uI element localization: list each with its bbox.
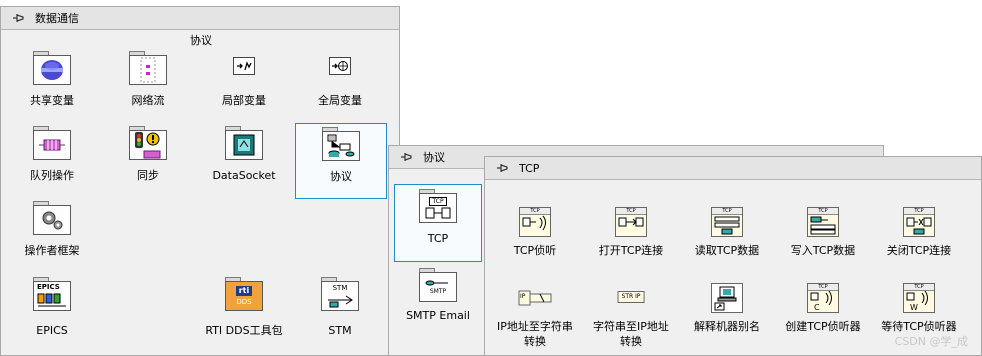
- item-label: 队列操作: [30, 169, 74, 182]
- item-label: 解释机器别名: [694, 320, 760, 333]
- item-tcp-listen[interactable]: TCP TCP侦听: [490, 207, 580, 277]
- item-label: TCP侦听: [513, 244, 557, 257]
- item-stm[interactable]: STM STM: [295, 277, 385, 347]
- item-label: 打开TCP连接: [598, 244, 664, 257]
- data-communication-palette: 数据通信 协议 共享变量 网络流 局部变量 全局变量 队列操作 同步 DataS…: [0, 6, 400, 356]
- item-label: 等待TCP侦听器: [881, 320, 957, 333]
- item-string-to-ip[interactable]: STR IP 字符串至IP地址 转换: [586, 285, 676, 355]
- resolve-machine-alias-icon: [711, 283, 743, 313]
- item-tcp-write[interactable]: TCP 写入TCP数据: [778, 207, 868, 277]
- item-label: DataSocket: [212, 169, 276, 182]
- rti-icon-text: rti: [235, 285, 253, 296]
- item-label: 读取TCP数据: [694, 244, 760, 257]
- svg-text:W: W: [910, 303, 918, 312]
- pin-icon[interactable]: [496, 161, 510, 175]
- string-to-ip-icon: STR IP: [617, 291, 645, 303]
- stm-icon: STM: [321, 277, 359, 311]
- item-label: 局部变量: [222, 94, 266, 107]
- tcp-read-icon: TCP: [711, 207, 743, 237]
- palette-title: 数据通信: [35, 12, 79, 25]
- ip-icon-text: IP: [520, 293, 526, 300]
- item-datasocket[interactable]: DataSocket: [199, 126, 289, 196]
- item-actor-framework[interactable]: 操作者框架: [7, 201, 97, 271]
- local-variable-icon: [233, 57, 255, 78]
- item-label: 全局变量: [318, 94, 362, 107]
- tcp-titlebar[interactable]: TCP: [485, 157, 981, 180]
- item-label: SMTP Email: [406, 309, 470, 322]
- item-global-variable[interactable]: 全局变量: [295, 51, 385, 121]
- item-tcp-read[interactable]: TCP 读取TCP数据: [682, 207, 772, 277]
- item-label: 写入TCP数据: [790, 244, 856, 257]
- svg-text:C: C: [814, 303, 820, 312]
- palette-subtitle: 协议: [190, 34, 212, 47]
- item-label: 字符串至IP地址 转换: [593, 320, 669, 348]
- str-ip-icon-text: STR IP: [617, 291, 645, 303]
- tcp-palette: TCP TCP TCP侦听 TCP 打开TCP连接 TCP 读取TCP数据 TC…: [484, 156, 982, 356]
- dds-icon-text: DDS: [236, 297, 252, 306]
- item-epics[interactable]: EPICS EPICS: [7, 277, 97, 347]
- item-label: 协议: [330, 170, 352, 183]
- item-ip-to-string[interactable]: IP IP地址至字符串 转换: [490, 285, 580, 355]
- item-tcp-close-connection[interactable]: TCP 关闭TCP连接: [874, 207, 964, 277]
- pin-icon[interactable]: [12, 11, 26, 25]
- item-label: 网络流: [131, 94, 165, 107]
- tcp-close-connection-icon: TCP: [903, 207, 935, 237]
- item-label: 操作者框架: [24, 244, 80, 257]
- item-create-tcp-listener[interactable]: TCP C 创建TCP侦听器: [778, 283, 868, 355]
- item-label: RTI DDS工具包: [205, 324, 283, 337]
- item-label: TCP: [427, 232, 449, 245]
- stm-icon-text: STM: [332, 284, 348, 292]
- tcp-folder-icon: TCP: [419, 189, 457, 223]
- network-stream-icon: [129, 51, 167, 85]
- global-variable-icon: [329, 57, 351, 78]
- smtp-icon-text: SMTP: [429, 288, 447, 295]
- create-tcp-listener-icon: TCP C: [807, 283, 839, 313]
- csdn-watermark: CSDN @学_成: [894, 335, 968, 348]
- protocol-icon: [322, 127, 360, 161]
- item-rti-dds-toolkit[interactable]: rti DDS RTI DDS工具包: [199, 277, 289, 347]
- item-label: STM: [328, 324, 352, 337]
- item-local-variable[interactable]: 局部变量: [199, 51, 289, 121]
- pin-icon[interactable]: [400, 150, 414, 164]
- item-network-stream[interactable]: 网络流: [103, 51, 193, 121]
- item-label: IP地址至字符串 转换: [497, 320, 573, 348]
- rti-dds-icon: rti DDS: [225, 277, 263, 311]
- item-label: 共享变量: [30, 94, 74, 107]
- epics-icon: EPICS: [33, 277, 71, 311]
- item-label: EPICS: [36, 324, 68, 337]
- palette-title: TCP: [519, 161, 540, 175]
- item-protocol[interactable]: 协议: [295, 123, 387, 199]
- item-smtp-email[interactable]: SMTP SMTP Email: [394, 268, 482, 338]
- palette-title: 协议: [423, 151, 445, 164]
- item-label: 关闭TCP连接: [886, 244, 952, 257]
- item-label: 同步: [137, 169, 159, 182]
- data-communication-titlebar[interactable]: 数据通信: [1, 7, 399, 30]
- item-tcp-folder[interactable]: TCP TCP: [394, 184, 482, 262]
- item-resolve-machine-alias[interactable]: 解释机器别名: [682, 283, 772, 355]
- tcp-icon-text: TCP: [429, 196, 447, 206]
- queue-operations-icon: [33, 126, 71, 160]
- tcp-write-icon: TCP: [807, 207, 839, 237]
- actor-framework-icon: [33, 201, 71, 235]
- item-label: 创建TCP侦听器: [785, 320, 861, 333]
- shared-variable-icon: [33, 51, 71, 85]
- ip-to-string-icon: IP: [518, 289, 552, 310]
- tcp-listen-icon: TCP: [519, 207, 551, 237]
- wait-on-tcp-listener-icon: TCP W: [903, 283, 935, 313]
- tcp-open-connection-icon: TCP: [615, 207, 647, 237]
- item-queue-operations[interactable]: 队列操作: [7, 126, 97, 196]
- item-synchronization[interactable]: 同步: [103, 126, 193, 196]
- smtp-email-icon: SMTP: [419, 268, 457, 302]
- item-tcp-open-connection[interactable]: TCP 打开TCP连接: [586, 207, 676, 277]
- synchronization-icon: [129, 126, 167, 160]
- item-shared-variable[interactable]: 共享变量: [7, 51, 97, 121]
- epics-icon-text: EPICS: [37, 283, 60, 291]
- datasocket-icon: [225, 126, 263, 160]
